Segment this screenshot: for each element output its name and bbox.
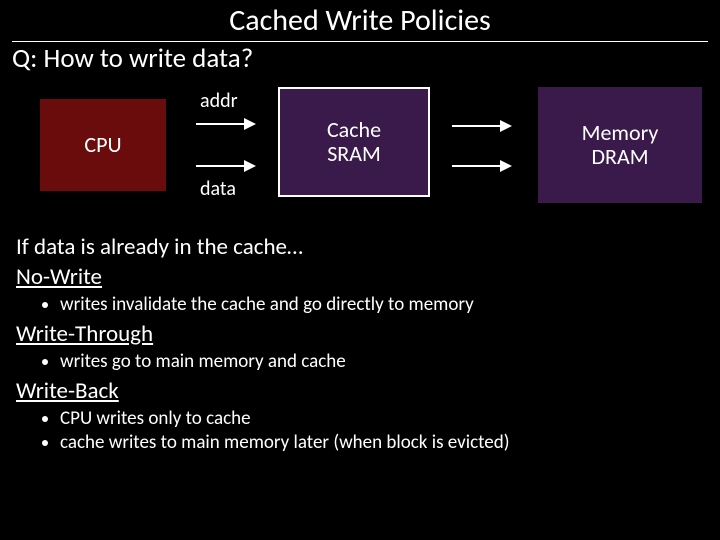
list-item: writes go to main memory and cache: [60, 350, 704, 373]
policy-writethrough-list: writes go to main memory and cache: [16, 350, 704, 373]
cache-block: Cache SRAM: [278, 87, 430, 197]
slide-title: Cached Write Policies: [0, 0, 720, 39]
policy-writeback-list: CPU writes only to cache cache writes to…: [16, 407, 704, 454]
policy-writethrough-heading: Write-Through: [16, 320, 704, 348]
addr-label: addr: [200, 89, 238, 113]
body-text: If data is already in the cache… No-Writ…: [0, 223, 720, 454]
list-item: writes invalidate the cache and go direc…: [60, 293, 704, 316]
policy-writeback-heading: Write-Back: [16, 377, 704, 405]
cpu-label: CPU: [84, 133, 121, 157]
cpu-block: CPU: [38, 97, 168, 193]
diagram: CPU addr data Cache SRAM Memory DRAM: [0, 83, 720, 223]
arrow-cache-mem-bot: [452, 165, 510, 167]
memory-block: Memory DRAM: [536, 85, 704, 205]
cache-label-bot: SRAM: [327, 142, 381, 166]
cache-label-top: Cache: [327, 118, 381, 142]
arrow-cpu-cache-data: [196, 165, 254, 167]
divider: Q: How to write data?: [12, 41, 708, 75]
list-item: cache writes to main memory later (when …: [60, 431, 704, 454]
arrow-cpu-cache-addr: [196, 123, 254, 125]
policy-nowrite-list: writes invalidate the cache and go direc…: [16, 293, 704, 316]
slide: Cached Write Policies Q: How to write da…: [0, 0, 720, 540]
slide-question: Q: How to write data?: [12, 42, 708, 75]
lead-text: If data is already in the cache…: [16, 233, 704, 261]
memory-label-bot: DRAM: [591, 145, 648, 169]
policy-nowrite-heading: No-Write: [16, 263, 704, 291]
list-item: CPU writes only to cache: [60, 407, 704, 430]
memory-label-top: Memory: [582, 121, 659, 145]
arrow-cache-mem-top: [452, 125, 510, 127]
data-label: data: [200, 177, 236, 201]
